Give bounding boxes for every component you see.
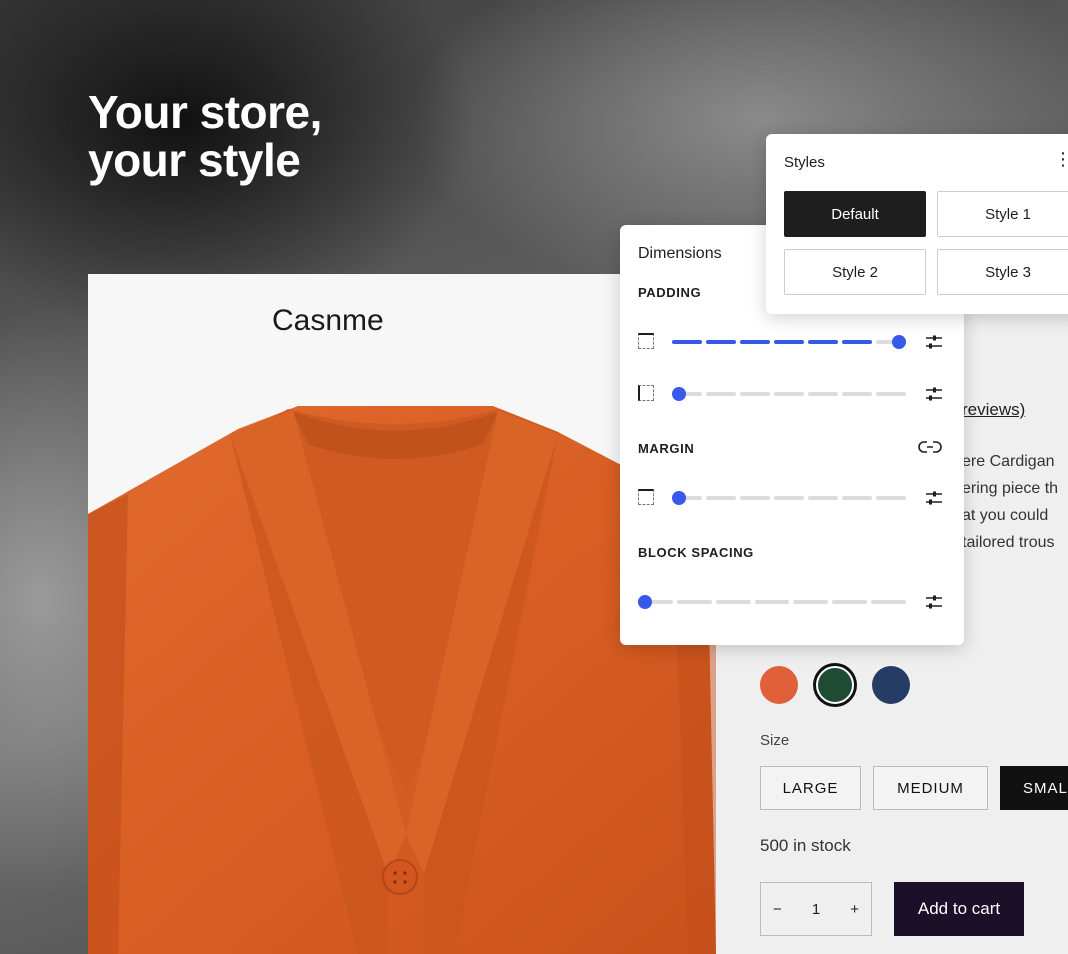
hero-line-2: your style xyxy=(88,134,301,186)
block-spacing-row xyxy=(638,590,944,614)
hero-line-1: Your store, xyxy=(88,86,322,138)
style-default-button[interactable]: Default xyxy=(784,191,926,237)
color-swatch-navy[interactable] xyxy=(872,666,910,704)
padding-vertical-row xyxy=(638,330,944,354)
stock-status: 500 in stock xyxy=(760,836,851,855)
product-description: ere Cardigan ering piece th at you could… xyxy=(962,448,1058,556)
slider-segment xyxy=(842,340,872,344)
slider-segment xyxy=(676,600,712,604)
quantity-value[interactable]: 1 xyxy=(812,901,820,918)
add-to-cart-button[interactable]: Add to cart xyxy=(894,882,1024,936)
padding-vertical-slider[interactable] xyxy=(672,335,906,349)
slider-segment xyxy=(754,600,790,604)
color-swatches xyxy=(760,666,910,704)
quantity-stepper: − 1 + xyxy=(760,882,872,936)
style-2-button[interactable]: Style 2 xyxy=(784,249,926,295)
slider-segment xyxy=(808,392,838,396)
hero-heading: Your store, your style xyxy=(88,88,322,184)
style-3-button[interactable]: Style 3 xyxy=(937,249,1068,295)
reviews-link[interactable]: reviews) xyxy=(962,400,1025,420)
margin-vertical-icon xyxy=(638,489,654,505)
padding-horizontal-icon xyxy=(638,385,654,401)
slider-segment xyxy=(842,392,872,396)
slider-segment xyxy=(715,600,751,604)
slider-segment xyxy=(876,496,906,500)
slider-segment xyxy=(808,496,838,500)
padding-vertical-settings-icon[interactable] xyxy=(924,332,944,352)
size-medium-button[interactable]: MEDIUM xyxy=(873,766,988,810)
size-options: LARGE MEDIUM SMAL xyxy=(760,766,1068,810)
slider-segment xyxy=(832,600,868,604)
slider-segment xyxy=(793,600,829,604)
padding-horizontal-slider[interactable] xyxy=(672,387,906,401)
slider-segment xyxy=(808,340,838,344)
block-spacing-slider[interactable] xyxy=(638,595,906,609)
block-spacing-label: BLOCK SPACING xyxy=(638,545,754,560)
margin-label: MARGIN xyxy=(638,441,695,456)
color-swatch-orange[interactable] xyxy=(760,666,798,704)
slider-segment xyxy=(774,340,804,344)
slider-segment xyxy=(740,392,770,396)
padding-horizontal-settings-icon[interactable] xyxy=(924,384,944,404)
quantity-decrease-button[interactable]: − xyxy=(773,901,782,918)
styles-title: Styles xyxy=(784,154,825,171)
slider-knob[interactable] xyxy=(638,595,652,609)
color-swatch-green[interactable] xyxy=(816,666,854,704)
quantity-increase-button[interactable]: + xyxy=(850,901,859,918)
size-label: Size xyxy=(760,732,790,749)
slider-knob[interactable] xyxy=(672,387,686,401)
padding-horizontal-row xyxy=(638,382,944,406)
slider-knob[interactable] xyxy=(672,491,686,505)
style-1-button[interactable]: Style 1 xyxy=(937,191,1068,237)
slider-segment xyxy=(774,392,804,396)
slider-segment xyxy=(876,392,906,396)
slider-segment xyxy=(706,496,736,500)
size-large-button[interactable]: LARGE xyxy=(760,766,861,810)
slider-segment xyxy=(842,496,872,500)
dimensions-title: Dimensions xyxy=(638,245,722,262)
slider-segment xyxy=(706,340,736,344)
padding-vertical-icon xyxy=(638,333,654,349)
link-sides-icon[interactable] xyxy=(918,439,942,455)
block-spacing-settings-icon[interactable] xyxy=(924,592,944,612)
product-title: Casnme xyxy=(272,304,384,337)
padding-label: PADDING xyxy=(638,285,702,300)
description-line: ere Cardigan xyxy=(962,453,1055,470)
slider-segment xyxy=(740,340,770,344)
more-options-icon[interactable]: ⋮ xyxy=(1054,150,1068,168)
slider-segment xyxy=(871,600,906,604)
slider-segment xyxy=(774,496,804,500)
slider-segment xyxy=(706,392,736,396)
margin-slider[interactable] xyxy=(672,491,906,505)
description-line: at you could xyxy=(962,507,1049,524)
slider-knob[interactable] xyxy=(892,335,906,349)
slider-segment xyxy=(672,340,702,344)
margin-settings-icon[interactable] xyxy=(924,488,944,508)
margin-row xyxy=(638,486,944,510)
description-line: ering piece th xyxy=(962,480,1059,497)
styles-panel: Styles ⋮ Default Style 1 Style 2 Style 3 xyxy=(766,134,1068,314)
slider-segment xyxy=(740,496,770,500)
description-line: tailored trous xyxy=(962,534,1055,551)
size-small-button[interactable]: SMAL xyxy=(1000,766,1068,810)
